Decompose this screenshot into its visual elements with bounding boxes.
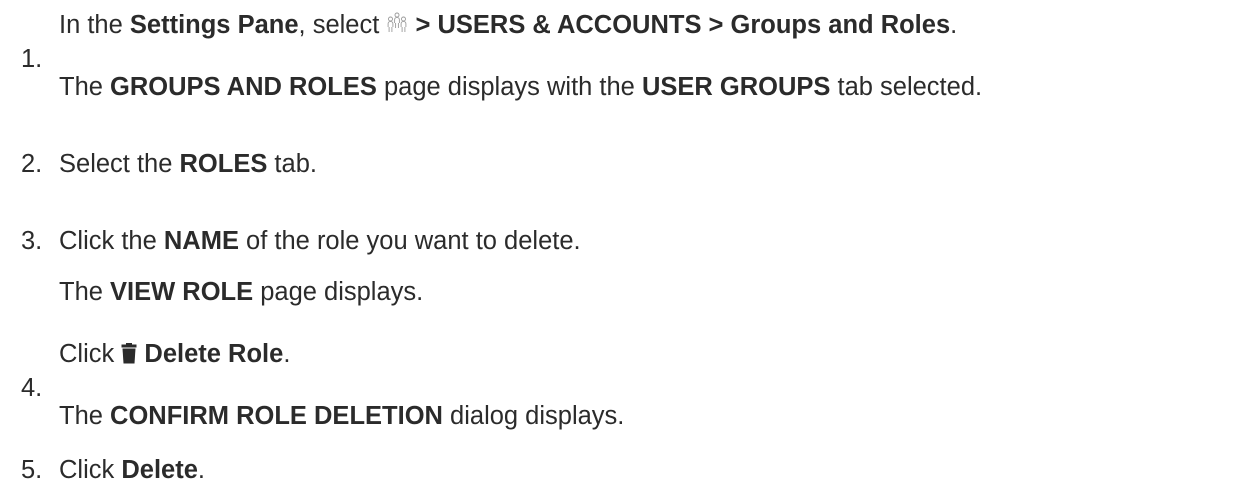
step-number: 4.: [21, 374, 43, 402]
result-text: dialog displays.: [442, 402, 625, 430]
trash-icon: [121, 340, 137, 369]
instruction-text: tab.: [267, 150, 317, 178]
users-accounts-icon: [386, 11, 408, 40]
step-number: 2.: [21, 150, 43, 178]
result-text: page displays with the: [376, 73, 642, 101]
name-label: NAME: [163, 227, 239, 255]
confirm-role-deletion-label: CONFIRM ROLE DELETION: [110, 402, 443, 430]
procedure-page: { "steps": [ { "number": "1.", "lines": …: [0, 0, 1235, 496]
step-2-instruction: Select the ROLES tab.: [59, 150, 317, 179]
step-number: 5.: [21, 456, 43, 484]
step-1-result: The GROUPS AND ROLES page displays with …: [59, 73, 982, 102]
delete-label: Delete: [121, 456, 198, 484]
step-5-instruction: Click Delete.: [59, 456, 205, 485]
settings-pane-label: Settings Pane: [129, 11, 299, 39]
groups-and-roles-label: GROUPS AND ROLES: [110, 73, 377, 101]
instruction-text: .: [197, 456, 205, 484]
instruction-text: Click the: [59, 227, 164, 255]
result-text: The: [59, 278, 111, 306]
instruction-text: Click: [59, 340, 122, 368]
instruction-text: , select: [298, 11, 387, 39]
step-1-instruction: In the Settings Pane, select > USERS & A…: [59, 11, 957, 40]
step-3-result: The VIEW ROLE page displays.: [59, 278, 423, 307]
delete-role-label: Delete Role: [137, 340, 284, 368]
instruction-text: Click: [59, 456, 122, 484]
step-number: 1.: [21, 45, 43, 73]
roles-label: ROLES: [179, 150, 268, 178]
instruction-text: Select the: [59, 150, 180, 178]
instruction-text: In the: [59, 11, 130, 39]
step-4-result: The CONFIRM ROLE DELETION dialog display…: [59, 402, 624, 431]
menu-path-label: > USERS & ACCOUNTS > Groups and Roles: [408, 11, 951, 39]
step-4-instruction: Click Delete Role.: [59, 340, 290, 369]
step-3-instruction: Click the NAME of the role you want to d…: [59, 227, 581, 256]
user-groups-label: USER GROUPS: [641, 73, 831, 101]
instruction-text: .: [950, 11, 958, 39]
result-text: The: [59, 73, 111, 101]
instruction-text: of the role you want to delete.: [238, 227, 581, 255]
result-text: page displays.: [253, 278, 424, 306]
result-text: The: [59, 402, 111, 430]
view-role-label: VIEW ROLE: [110, 278, 254, 306]
instruction-text: .: [283, 340, 291, 368]
result-text: tab selected.: [830, 73, 983, 101]
step-number: 3.: [21, 227, 43, 255]
